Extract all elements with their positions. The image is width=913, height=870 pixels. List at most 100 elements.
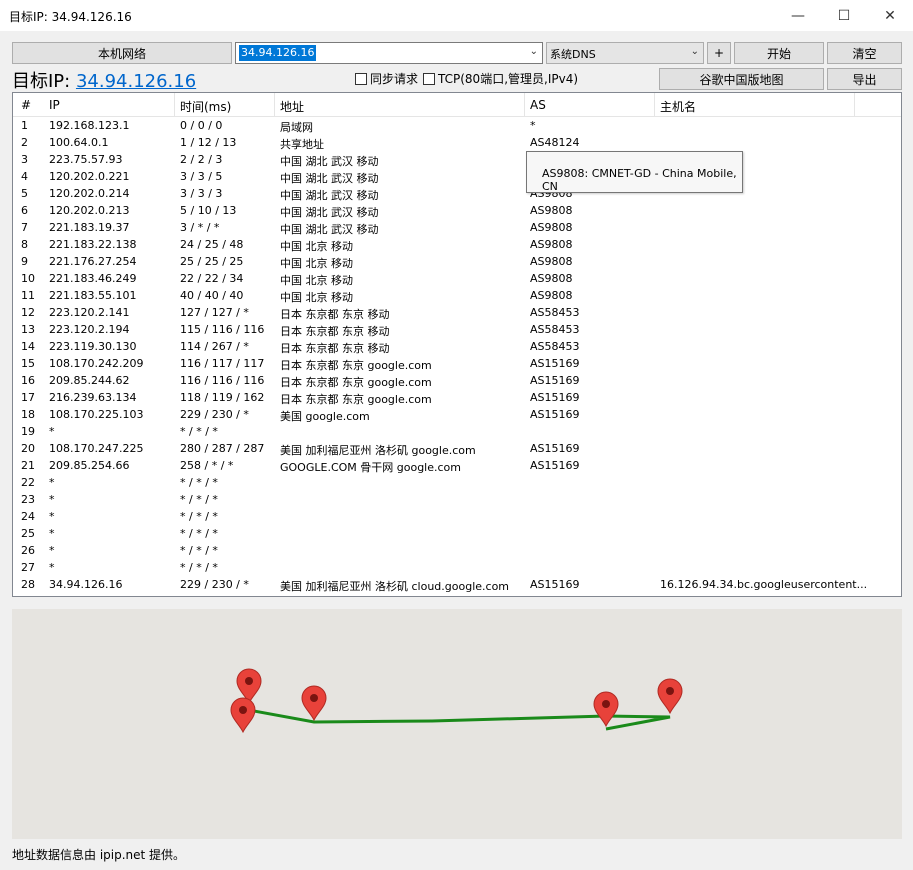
table-row[interactable]: 27 * * / * / * [13, 560, 901, 577]
local-network-button[interactable]: 本机网络 [12, 42, 232, 64]
row-as: AS15169 [530, 578, 580, 591]
tcp-option-checkbox[interactable]: TCP(80端口,管理员,IPv4) [423, 70, 578, 87]
target-ip-link[interactable]: 34.94.126.16 [76, 71, 196, 92]
close-button[interactable]: ✕ [867, 0, 913, 31]
table-row[interactable]: 28 34.94.126.16 229 / 230 / * 美国 加利福尼亚州 洛杉矶… [13, 577, 901, 594]
table-row[interactable]: 20 108.170.247.225 280 / 287 / 287 美国 加利福尼亚… [13, 441, 901, 458]
ip-combobox[interactable]: 34.94.126.16 ⌄ [235, 42, 543, 64]
table-row[interactable]: 2 100.64.0.1 1 / 12 / 13 共享地址 AS48124 [13, 135, 901, 152]
row-address: 日本 东京都 东京 google.com [280, 359, 432, 372]
table-row[interactable]: 26 * * / * / * [13, 543, 901, 560]
row-address: 中国 湖北 武汉 移动 [280, 189, 379, 202]
as-tooltip: AS9808: CMNET-GD - China Mobile, CN [526, 151, 743, 193]
tcp-option-label: TCP(80端口,管理员,IPv4) [438, 72, 579, 86]
row-index: 17 [21, 391, 35, 404]
table-row[interactable]: 19 * * / * / * [13, 424, 901, 441]
export-button[interactable]: 导出 [827, 68, 902, 90]
table-row[interactable]: 8 221.183.22.138 24 / 25 / 48 中国 北京 移动 AS980… [13, 237, 901, 254]
checkbox-box[interactable] [355, 72, 367, 85]
table-row[interactable]: 18 108.170.225.103 229 / 230 / * 美国 google.… [13, 407, 901, 424]
col-header-hostname[interactable]: 主机名 [660, 98, 696, 115]
map-pin-icon[interactable] [230, 697, 256, 734]
title-bar: 目标IP: 34.94.126.16 — ☐ ✕ [0, 0, 913, 31]
add-button[interactable]: + [707, 42, 731, 64]
route-map[interactable] [12, 609, 902, 839]
row-ip: 221.183.19.37 [49, 221, 130, 234]
table-row[interactable]: 12 223.120.2.141 127 / 127 / * 日本 东京都 东京 移动… [13, 305, 901, 322]
row-time: * / * / * [180, 476, 218, 489]
table-row[interactable]: 9 221.176.27.254 25 / 25 / 25 中国 北京 移动 AS980… [13, 254, 901, 271]
row-as: AS58453 [530, 323, 580, 336]
table-row[interactable]: 23 * * / * / * [13, 492, 901, 509]
clear-button[interactable]: 清空 [827, 42, 902, 64]
map-pin-icon[interactable] [593, 691, 619, 728]
row-address: 美国 google.com [280, 410, 370, 423]
row-index: 10 [21, 272, 35, 285]
table-row[interactable]: 5 120.202.0.214 3 / 3 / 3 中国 湖北 武汉 移动 AS9808 [13, 186, 901, 203]
row-index: 11 [21, 289, 35, 302]
row-ip: 108.170.247.225 [49, 442, 144, 455]
row-time: 280 / 287 / 287 [180, 442, 265, 455]
table-row[interactable]: 10 221.183.46.249 22 / 22 / 34 中国 北京 移动 AS98… [13, 271, 901, 288]
row-ip: 216.239.63.134 [49, 391, 137, 404]
row-index: 15 [21, 357, 35, 370]
table-row[interactable]: 21 209.85.254.66 258 / * / * GOOGLE.COM 骨干网… [13, 458, 901, 475]
row-address: 日本 东京都 东京 google.com [280, 393, 432, 406]
minimize-button[interactable]: — [775, 0, 821, 31]
row-as: AS15169 [530, 391, 580, 404]
row-index: 16 [21, 374, 35, 387]
row-ip: 221.183.46.249 [49, 272, 137, 285]
col-header-as[interactable]: AS [530, 98, 546, 112]
start-button[interactable]: 开始 [734, 42, 824, 64]
col-header-address[interactable]: 地址 [280, 98, 304, 115]
row-ip: 192.168.123.1 [49, 119, 130, 132]
status-bar-text: 地址数据信息由 ipip.net 提供。 [12, 848, 186, 862]
map-pin-icon[interactable] [657, 678, 683, 715]
ip-input-value[interactable]: 34.94.126.16 [239, 45, 317, 61]
table-row[interactable]: 3 223.75.57.93 2 / 2 / 3 中国 湖北 武汉 移动 [13, 152, 901, 169]
col-header-time[interactable]: 时间(ms) [180, 98, 231, 115]
trace-table[interactable]: # IP 时间(ms) 地址 AS 主机名 1 192.168.123.1 0 / … [12, 92, 902, 597]
row-ip: * [49, 493, 55, 506]
row-ip: 120.202.0.213 [49, 204, 130, 217]
row-index: 9 [21, 255, 28, 268]
table-row[interactable]: 11 221.183.55.101 40 / 40 / 40 中国 北京 移动 AS98… [13, 288, 901, 305]
row-index: 21 [21, 459, 35, 472]
row-index: 7 [21, 221, 28, 234]
col-header-index[interactable]: # [21, 98, 31, 112]
row-as: AS15169 [530, 357, 580, 370]
maximize-button[interactable]: ☐ [821, 0, 867, 31]
row-address: GOOGLE.COM 骨干网 google.com [280, 461, 462, 474]
row-index: 23 [21, 493, 35, 506]
col-header-ip[interactable]: IP [49, 98, 60, 112]
row-index: 20 [21, 442, 35, 455]
table-row[interactable]: 14 223.119.30.130 114 / 267 / * 日本 东京都 东京 移… [13, 339, 901, 356]
table-row[interactable]: 16 209.85.244.62 116 / 116 / 116 日本 东京都 东京 … [13, 373, 901, 390]
chevron-down-icon[interactable]: ⌄ [530, 46, 538, 57]
chevron-down-icon[interactable]: ⌄ [691, 46, 699, 57]
table-row[interactable]: 6 120.202.0.213 5 / 10 / 13 中国 湖北 武汉 移动 AS98… [13, 203, 901, 220]
sync-request-checkbox[interactable]: 同步请求 [355, 70, 418, 87]
window-title: 目标IP: 34.94.126.16 [9, 10, 132, 24]
route-map-svg [230, 668, 683, 734]
table-row[interactable]: 13 223.120.2.194 115 / 116 / 116 日本 东京都 东京 … [13, 322, 901, 339]
google-map-button[interactable]: 谷歌中国版地图 [659, 68, 824, 90]
row-ip: 209.85.244.62 [49, 374, 130, 387]
row-ip: 221.183.22.138 [49, 238, 137, 251]
table-row[interactable]: 17 216.239.63.134 118 / 119 / 162 日本 东京都 东京… [13, 390, 901, 407]
table-row[interactable]: 1 192.168.123.1 0 / 0 / 0 局域网 * [13, 118, 901, 135]
table-row[interactable]: 15 108.170.242.209 116 / 117 / 117 日本 东京都 东… [13, 356, 901, 373]
dns-select[interactable]: 系统DNS ⌄ [546, 42, 704, 64]
row-as: AS9808 [530, 204, 573, 217]
map-pin-icon[interactable] [301, 685, 327, 722]
row-index: 2 [21, 136, 28, 149]
row-as: AS9808 [530, 272, 573, 285]
table-row[interactable]: 7 221.183.19.37 3 / * / * 中国 湖北 武汉 移动 AS9808 [13, 220, 901, 237]
checkbox-box[interactable] [423, 72, 435, 85]
row-time: * / * / * [180, 493, 218, 506]
table-row[interactable]: 22 * * / * / * [13, 475, 901, 492]
table-row[interactable]: 25 * * / * / * [13, 526, 901, 543]
row-time: * / * / * [180, 527, 218, 540]
table-row[interactable]: 24 * * / * / * [13, 509, 901, 526]
table-row[interactable]: 4 120.202.0.221 3 / 3 / 5 中国 湖北 武汉 移动 [13, 169, 901, 186]
